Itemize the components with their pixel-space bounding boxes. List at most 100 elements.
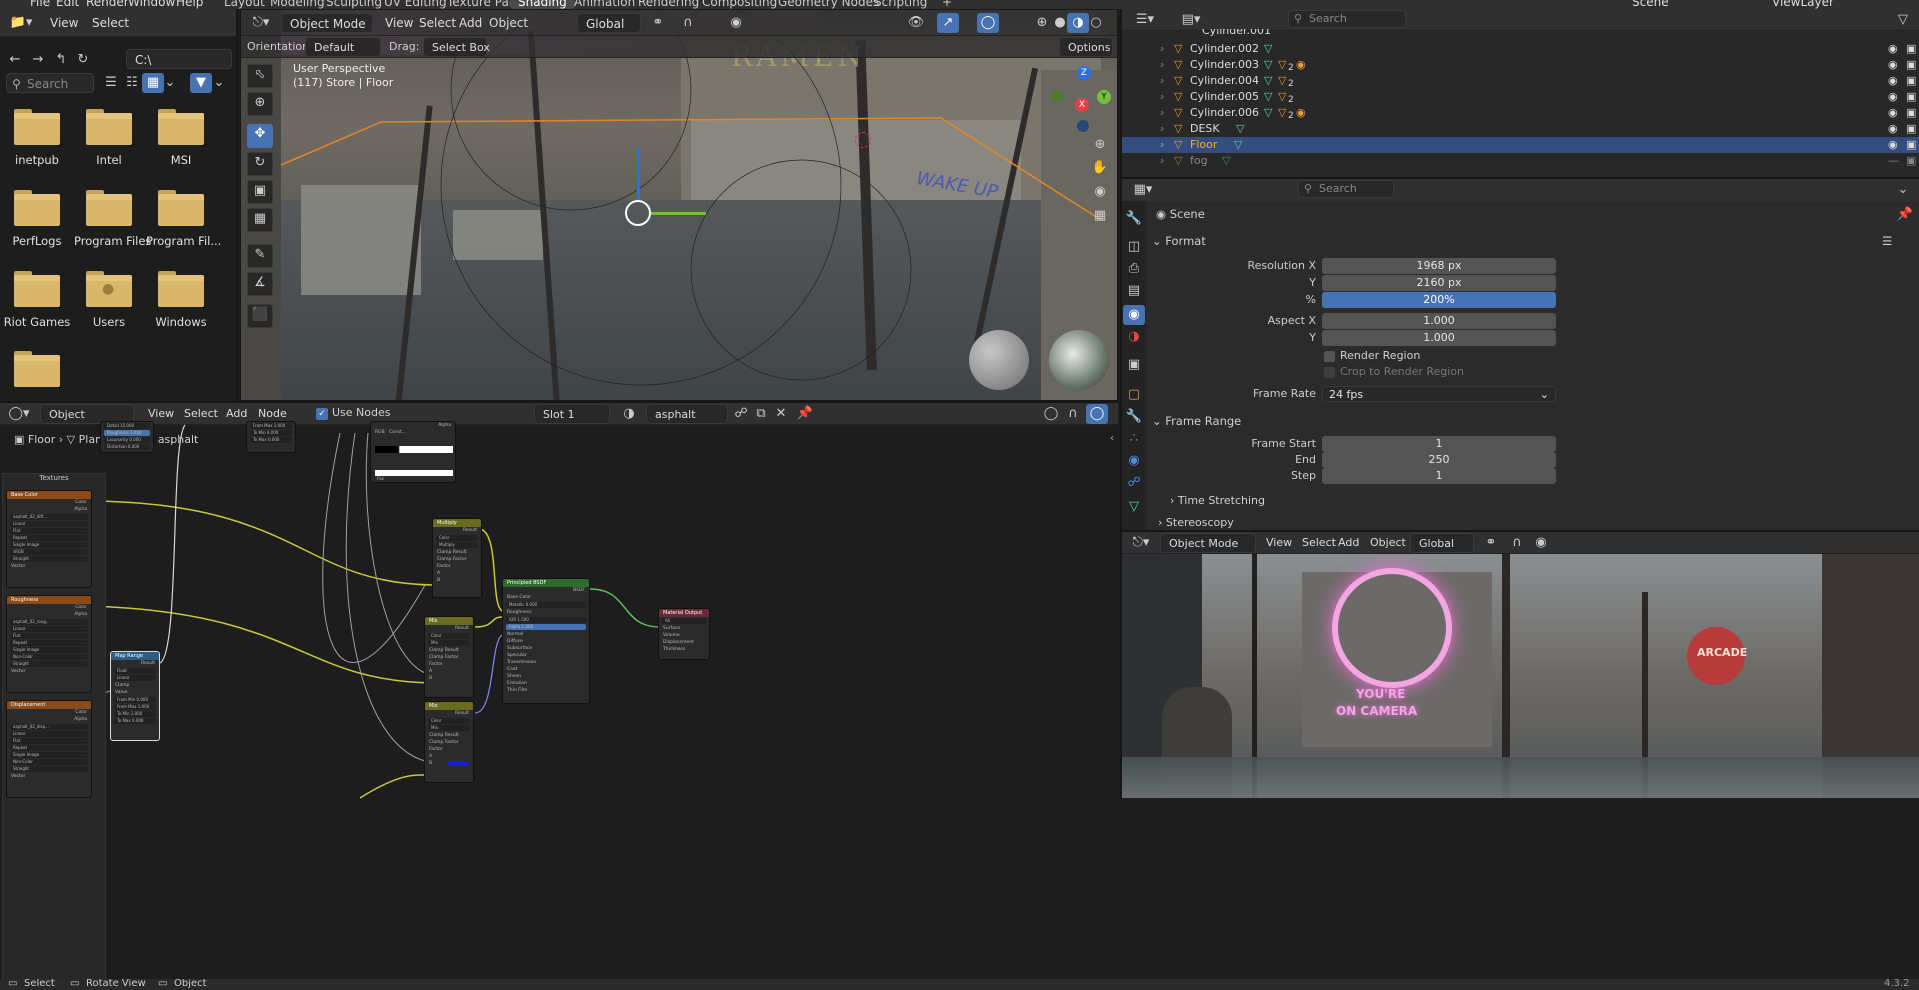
gizmo-z-arrow[interactable]	[637, 147, 640, 200]
interpolation-selector[interactable]: Linear	[10, 626, 88, 632]
input-socket-surface[interactable]: Surface	[659, 625, 709, 632]
outliner-row[interactable]: › ▽ Cylinder.003 ▽ ▽ 2 ◉ ◉ ▣	[1122, 57, 1919, 73]
stereoscopy-panel-header[interactable]: › Stereoscopy	[1158, 516, 1234, 529]
view-layer-selector[interactable]: ViewLayer	[1772, 0, 1834, 9]
expand-chevron-icon[interactable]: ›	[1160, 41, 1164, 57]
editor-type-icon[interactable]: ⎋▾	[1126, 533, 1156, 553]
transform-gizmo-center[interactable]	[625, 200, 651, 226]
object-name[interactable]: DESK	[1190, 121, 1220, 137]
map-range-partial-node[interactable]: From Max 1.000 To Min 0.000 To Max 0.000	[246, 421, 296, 453]
image-selector[interactable]: asphalt_02_roug...	[10, 619, 88, 625]
principled-bsdf-node[interactable]: Principled BSDF BSDF Base Color Metallic…	[502, 578, 590, 704]
view-layer-tab-icon[interactable]: ▤	[1123, 281, 1145, 301]
to-min-field[interactable]: To Min 1.000	[114, 711, 156, 717]
pivot-point-icon[interactable]: ⚭	[647, 13, 669, 33]
input-socket-base-color[interactable]: Base Color	[503, 594, 589, 601]
panel-diffuse[interactable]: Diffuse	[503, 638, 589, 645]
panel-specular[interactable]: Specular	[503, 652, 589, 659]
path-field[interactable]: C:\	[126, 49, 232, 69]
back-arrow-icon[interactable]: ←	[4, 50, 26, 70]
folder-item[interactable]: Intel	[74, 109, 144, 167]
options-button[interactable]: Options	[1059, 37, 1113, 57]
camera-icon[interactable]: ▣	[1906, 153, 1916, 169]
input-socket-vector[interactable]: Vector	[7, 563, 91, 570]
input-socket-factor[interactable]: Factor	[433, 563, 481, 570]
outliner-row[interactable]: Cylinder.001	[1122, 29, 1919, 39]
outliner-row[interactable]: › ▽ Cylinder.005 ▽ ▽ 2 ◉ ▣	[1122, 89, 1919, 105]
camera-icon[interactable]: ▣	[1906, 137, 1916, 153]
frame-end-field[interactable]: 250	[1322, 452, 1556, 468]
3d-viewport[interactable]: RAMEN WAKE UP ⎋▾ Object Mode View Select…	[240, 9, 1118, 401]
output-socket-color[interactable]: Color	[7, 604, 91, 611]
blend-mode-selector[interactable]: Mix	[428, 725, 470, 731]
output-socket-alpha[interactable]: Alpha	[7, 611, 91, 618]
input-socket-b[interactable]: B	[425, 760, 473, 767]
panel-transmission[interactable]: Transmission	[503, 659, 589, 666]
folder-item[interactable]: PerfLogs	[2, 190, 72, 248]
clamp-result-checkbox[interactable]: Clamp Result	[433, 549, 481, 556]
object-name[interactable]: Cylinder.005	[1190, 89, 1259, 105]
thumbnails-icon[interactable]: ▦	[142, 73, 164, 93]
resolution-x-field[interactable]: 1968 px	[1322, 258, 1556, 274]
color-space-selector[interactable]: Non-Color	[10, 654, 88, 660]
color-space-selector[interactable]: Non-Color	[10, 759, 88, 765]
input-socket-displacement[interactable]: Displacement	[659, 639, 709, 646]
folder-item[interactable]	[2, 351, 72, 395]
clamp-factor-checkbox[interactable]: Clamp Factor	[425, 654, 473, 661]
aspect-x-field[interactable]: 1.000	[1322, 313, 1556, 329]
frame-start-field[interactable]: 1	[1322, 436, 1556, 452]
editor-type-icon[interactable]: ▦▾	[1128, 180, 1158, 200]
eye-icon[interactable]: ◉	[1888, 89, 1898, 105]
rendered-shading-icon[interactable]: ○	[1085, 13, 1107, 33]
filter-icon[interactable]: ▼	[190, 73, 212, 93]
noise-texture-node[interactable]: Detail 15.000 Roughness 1.000 Lacunarity…	[100, 421, 154, 453]
add-workspace-button[interactable]: +	[934, 0, 960, 9]
file-browser-view-menu[interactable]: View	[46, 13, 82, 33]
eye-icon[interactable]: ◉	[1888, 73, 1898, 89]
editor-type-icon[interactable]: ⎋▾	[247, 13, 275, 33]
source-selector[interactable]: Single Image	[10, 647, 88, 653]
viewport-add-menu[interactable]: Add	[455, 13, 486, 33]
eye-icon[interactable]: ◉	[1888, 57, 1898, 73]
panel-subsurface[interactable]: Subsurface	[503, 645, 589, 652]
clamp-factor-checkbox[interactable]: Clamp Factor	[433, 556, 481, 563]
interpolation-selector[interactable]: Linear	[114, 675, 156, 681]
target-selector[interactable]: All	[662, 618, 706, 624]
color-mode-label[interactable]: RGB	[375, 430, 385, 435]
filter-icon[interactable]: ▽	[1892, 10, 1914, 30]
proportional-edit-icon[interactable]: ◉	[725, 13, 747, 33]
outliner-row[interactable]: › ▽ DESK ▽ ◉ ▣	[1122, 121, 1919, 137]
material-output-node[interactable]: Material Output All Surface Volume Displ…	[658, 608, 710, 660]
input-socket-roughness[interactable]: Roughness	[503, 609, 589, 616]
workspace-tab-scripting[interactable]: Scripting	[866, 0, 935, 9]
metallic-field[interactable]: Metallic 0.000	[506, 602, 586, 608]
drag-selector[interactable]: Select Box	[423, 37, 490, 57]
object-name[interactable]: Cylinder.001	[1202, 29, 1271, 39]
alpha-mode-selector[interactable]: Straight	[10, 661, 88, 667]
resolution-percent-slider[interactable]: 200%	[1322, 292, 1556, 308]
scene-selector[interactable]: Scene	[1632, 0, 1669, 9]
gizmo-y-icon[interactable]: Y	[1097, 90, 1111, 104]
projection-selector[interactable]: Flat	[10, 738, 88, 744]
gizmo-z-icon[interactable]: Z	[1077, 66, 1091, 80]
color-swatch[interactable]	[447, 761, 469, 766]
outliner-row[interactable]: › ▽ Cylinder.006 ▽ ▽ 2 ◉ ◉ ▣	[1122, 105, 1919, 121]
data-type-selector[interactable]: Color	[428, 718, 470, 724]
snap-icon[interactable]: ∩	[1506, 533, 1528, 553]
pivot-point-icon[interactable]: ⚭	[1480, 533, 1502, 553]
world-tab-icon[interactable]: ◑	[1123, 327, 1145, 347]
camera-icon[interactable]: ▣	[1906, 57, 1916, 73]
panel-coat[interactable]: Coat	[503, 666, 589, 673]
transform-orientation-selector[interactable]: Global	[577, 13, 641, 33]
projection-selector[interactable]: Flat	[10, 633, 88, 639]
output-socket-result[interactable]: Result	[111, 660, 159, 667]
modifier-tab-icon[interactable]: 🔧	[1123, 407, 1145, 427]
input-socket-factor[interactable]: Factor	[425, 661, 473, 668]
output-socket-color[interactable]: Color	[7, 709, 91, 716]
folder-item[interactable]: Program Files	[74, 190, 151, 248]
camera-icon[interactable]: ▣	[1906, 89, 1916, 105]
gizmo-x-icon[interactable]: X	[1075, 98, 1089, 112]
rendered-viewport[interactable]: YOU'RE ON CAMERA ARCADE ⎋▾ Object Mode V…	[1120, 530, 1919, 798]
expand-chevron-icon[interactable]: ›	[1160, 89, 1164, 105]
menu-file[interactable]: File	[30, 0, 50, 9]
